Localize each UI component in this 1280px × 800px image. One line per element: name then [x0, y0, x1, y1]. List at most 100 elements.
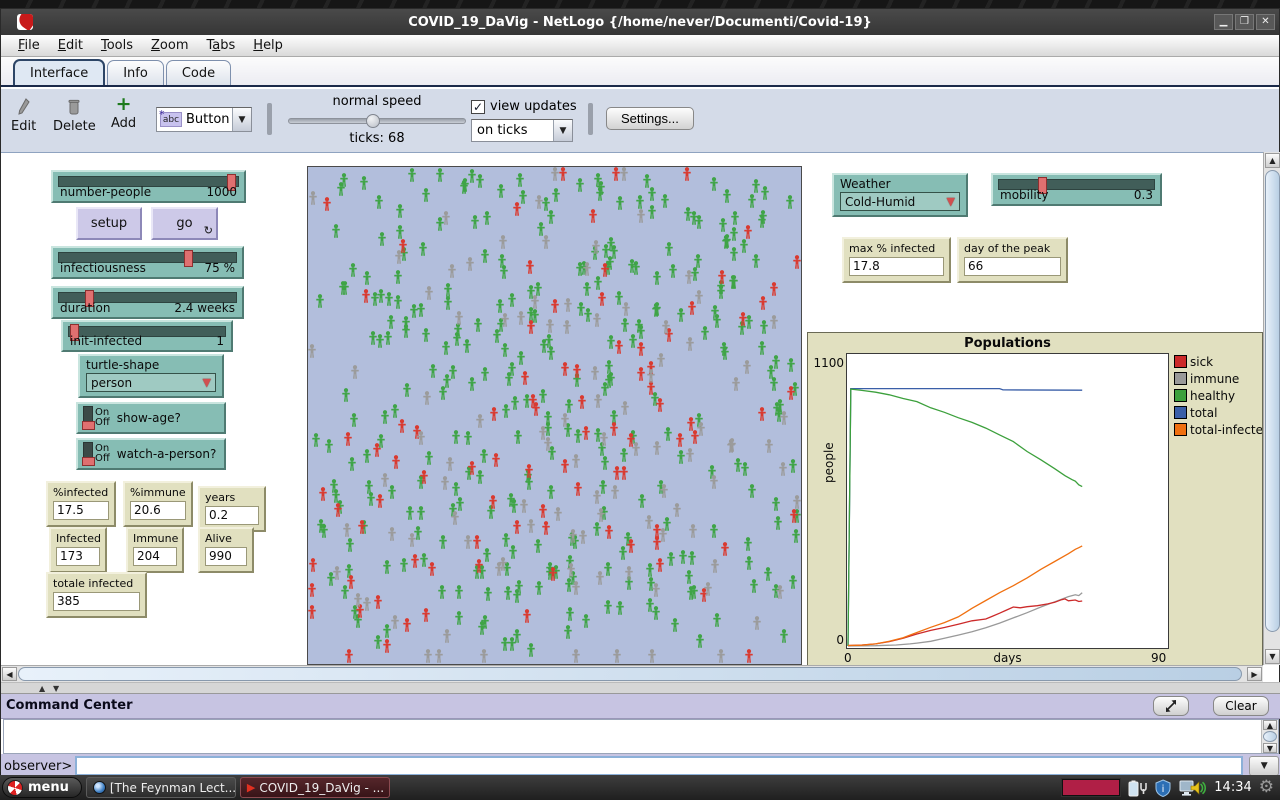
slider-duration[interactable]: duration 2.4 weeks	[51, 286, 244, 319]
taskbar-menu-button[interactable]: menu	[2, 777, 82, 798]
person-immune	[659, 528, 667, 542]
close-button[interactable]: ✕	[1256, 14, 1275, 30]
slider-infectiousness[interactable]: infectiousness 75 %	[51, 246, 244, 279]
person-healthy	[483, 211, 491, 225]
person-healthy	[508, 362, 516, 376]
gear-icon[interactable]: ⚙	[1259, 779, 1274, 796]
tray-red-indicator[interactable]	[1062, 779, 1120, 796]
settings-button[interactable]: Settings...	[606, 107, 694, 130]
switch-show-age[interactable]: OnOff show-age?	[76, 402, 226, 434]
person-healthy	[452, 482, 460, 496]
person-healthy	[750, 579, 758, 593]
speed-slider-thumb[interactable]	[366, 114, 380, 128]
plot-line-total	[848, 389, 1082, 646]
person-sick	[374, 595, 382, 609]
setup-button[interactable]: setup	[76, 207, 142, 240]
person-healthy	[786, 195, 794, 209]
person-immune	[753, 616, 761, 630]
person-immune	[501, 313, 509, 327]
tab-code[interactable]: Code	[166, 60, 231, 85]
chooser-arrow-icon: ▼	[203, 376, 211, 389]
add-tool[interactable]: + Add	[111, 96, 136, 131]
observer-command-input[interactable]	[75, 756, 1243, 776]
scroll-up-icon[interactable]: ▲	[1263, 720, 1277, 730]
slider-handle[interactable]	[184, 250, 193, 267]
menu-edit[interactable]: Edit	[49, 36, 92, 55]
person-healthy	[652, 606, 660, 620]
slider-mobility[interactable]: mobility 0.3	[991, 173, 1162, 206]
detach-command-center-button[interactable]	[1153, 696, 1189, 716]
splitter-up-icon[interactable]: ▲	[39, 684, 45, 693]
browser-icon	[93, 781, 106, 794]
command-center-splitter[interactable]: ▲ ▼	[1, 682, 1280, 694]
history-dropdown-button[interactable]: ▼	[1249, 756, 1279, 776]
taskbar-item-netlogo[interactable]: ▶ COVID_19_DaVig - ...	[240, 777, 390, 798]
person-sick	[475, 559, 483, 573]
menu-help[interactable]: Help	[244, 36, 292, 55]
person-healthy	[607, 372, 615, 386]
person-healthy	[439, 535, 447, 549]
person-immune	[499, 235, 507, 249]
netlogo-window: COVID_19_DaVig - NetLogo {/home/never/Do…	[0, 8, 1280, 772]
taskbar-item-browser[interactable]: [The Feynman Lect...	[86, 777, 236, 798]
person-healthy	[629, 334, 637, 348]
delete-tool[interactable]: Delete	[53, 98, 96, 134]
speed-slider[interactable]	[288, 118, 466, 124]
menu-zoom[interactable]: Zoom	[142, 36, 197, 55]
v-scroll-thumb[interactable]	[1265, 170, 1280, 632]
switch-knob[interactable]	[82, 457, 95, 466]
battery-icon[interactable]	[1127, 779, 1147, 797]
tab-info[interactable]: Info	[107, 60, 164, 85]
widget-type-dropdown[interactable]: abc Button ▼	[156, 107, 252, 132]
tab-interface[interactable]: Interface	[13, 59, 105, 85]
update-mode-dropdown[interactable]: on ticks ▼	[471, 119, 573, 142]
svg-text:i: i	[1162, 784, 1165, 795]
chooser-turtle-shape[interactable]: turtle-shape person ▼	[78, 354, 224, 398]
view-updates-checkbox[interactable]: ✓	[471, 100, 485, 114]
minimize-button[interactable]: ▁	[1214, 14, 1233, 30]
output-scrollbar[interactable]: ▲ ▼	[1261, 720, 1278, 753]
person-sick	[527, 320, 535, 334]
menu-bar: FileEditToolsZoomTabsHelp	[1, 35, 1279, 57]
person-immune	[309, 191, 317, 205]
vertical-scrollbar[interactable]: ▲ ▼	[1263, 152, 1280, 665]
slider-number-people[interactable]: number-people 1000	[51, 170, 246, 203]
person-healthy	[646, 563, 654, 577]
command-center-output[interactable]: ▲ ▼	[3, 719, 1279, 754]
output-scroll-thumb[interactable]	[1263, 731, 1277, 742]
splitter-down-icon[interactable]: ▼	[53, 684, 59, 693]
clock[interactable]: 14:34	[1214, 780, 1251, 795]
person-healthy	[696, 634, 704, 648]
world-view[interactable]	[307, 166, 802, 665]
person-immune	[448, 264, 456, 278]
legend-label: healthy	[1190, 389, 1235, 403]
menu-tabs[interactable]: Tabs	[197, 36, 244, 55]
person-immune	[531, 295, 539, 309]
h-scroll-thumb[interactable]	[18, 667, 1242, 681]
person-immune	[621, 401, 629, 415]
menu-tools[interactable]: Tools	[92, 36, 142, 55]
maximize-button[interactable]: ❐	[1235, 14, 1254, 30]
chooser-weather[interactable]: Weather Cold-Humid ▼	[832, 173, 968, 217]
person-healthy	[604, 600, 612, 614]
horizontal-scrollbar[interactable]: ◀ ▶	[1, 665, 1263, 682]
person-healthy	[713, 613, 721, 627]
slider-init-infected[interactable]: init-infected 1	[61, 320, 233, 352]
go-button[interactable]: go ↻	[151, 207, 218, 240]
switch-knob[interactable]	[82, 421, 95, 430]
update-shield-icon[interactable]: i	[1154, 779, 1172, 797]
scroll-right-icon[interactable]: ▶	[1247, 667, 1262, 681]
edit-tool[interactable]: Edit	[11, 98, 36, 134]
network-volume-icon[interactable]	[1179, 779, 1207, 797]
person-healthy	[685, 570, 693, 584]
person-healthy	[348, 457, 356, 471]
clear-button[interactable]: Clear	[1213, 696, 1269, 716]
person-healthy	[721, 346, 729, 360]
scroll-up-icon[interactable]: ▲	[1265, 153, 1280, 168]
menu-file[interactable]: File	[9, 36, 49, 55]
scroll-down-icon[interactable]: ▼	[1263, 743, 1277, 753]
legend-swatch	[1174, 372, 1187, 385]
scroll-down-icon[interactable]: ▼	[1265, 649, 1280, 664]
switch-watch-a-person[interactable]: OnOff watch-a-person?	[76, 438, 226, 470]
scroll-left-icon[interactable]: ◀	[2, 667, 17, 681]
